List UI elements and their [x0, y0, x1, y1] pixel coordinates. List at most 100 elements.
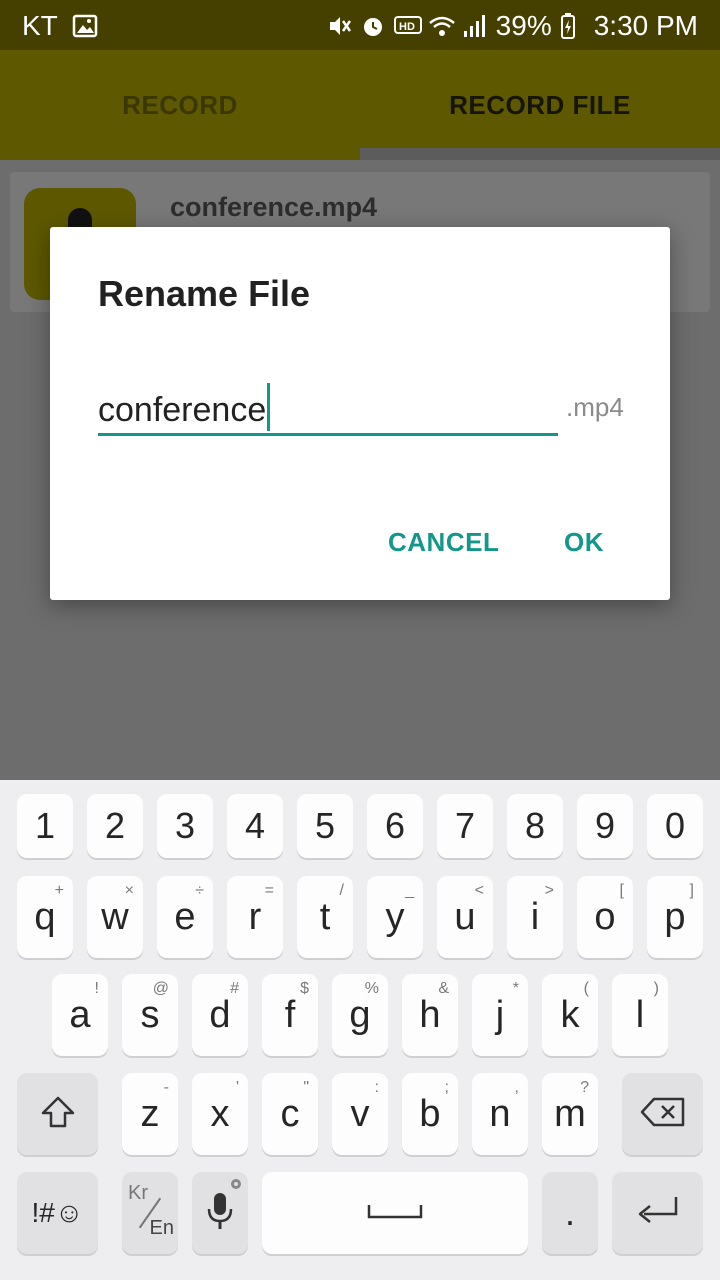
key-9[interactable]: 9 — [577, 794, 633, 858]
cancel-button[interactable]: CANCEL — [388, 527, 499, 558]
key-label: m — [554, 1092, 586, 1135]
key-label: 4 — [244, 805, 266, 846]
vibrate-mute-icon — [326, 13, 352, 39]
key-5[interactable]: 5 — [297, 794, 353, 858]
key-sub-label: , — [514, 1079, 519, 1096]
key-label-top: Kr — [128, 1182, 148, 1204]
key-label: q — [34, 895, 56, 938]
key-k[interactable]: (k — [542, 974, 598, 1056]
key-sub-label: @ — [152, 980, 169, 997]
filename-input-value: conference — [98, 391, 267, 429]
key-o[interactable]: [o — [577, 876, 633, 958]
key-label: h — [419, 993, 441, 1036]
tab-bar: RECORD RECORD FILE — [0, 50, 720, 160]
key-0[interactable]: 0 — [647, 794, 703, 858]
shift-key[interactable] — [17, 1073, 98, 1155]
key-label: . — [564, 1192, 575, 1233]
enter-icon — [634, 1194, 682, 1233]
key-sub-label: [ — [619, 882, 624, 899]
key-label: 1 — [34, 805, 56, 846]
key-i[interactable]: > i — [507, 876, 563, 958]
language-key[interactable]: Kr En — [122, 1172, 178, 1254]
key-3[interactable]: 3 — [157, 794, 213, 858]
key-sub-label: + — [54, 882, 64, 899]
file-name: conference.mp4 — [170, 192, 378, 222]
key-f[interactable]: $ f — [262, 974, 318, 1056]
space-key[interactable] — [262, 1172, 528, 1254]
key-4[interactable]: 4 — [227, 794, 283, 858]
carrier-label: KT — [22, 10, 58, 41]
key-1[interactable]: 1 — [17, 794, 73, 858]
enter-key[interactable] — [612, 1172, 703, 1254]
key-g[interactable]: % g — [332, 974, 388, 1056]
key-l[interactable]: ) l — [612, 974, 668, 1056]
backspace-icon — [640, 1097, 686, 1132]
key-sub-label: ÷ — [195, 882, 204, 899]
key-6[interactable]: 6 — [367, 794, 423, 858]
wifi-icon — [428, 13, 455, 39]
key-sub-label: * — [512, 980, 519, 997]
key-sub-label: = — [264, 882, 274, 899]
key-h[interactable]: & h — [402, 974, 458, 1056]
key-n[interactable]: ,n — [472, 1073, 528, 1155]
status-bar: KT HD 39% 3:30 PM — [0, 0, 720, 50]
key-a[interactable]: ! a — [52, 974, 108, 1056]
clock: 3:30 PM — [593, 10, 698, 41]
key-c[interactable]: " c — [262, 1073, 318, 1155]
key-j[interactable]: * j — [472, 974, 528, 1056]
key-label: w — [101, 895, 129, 938]
key-label: 5 — [314, 805, 336, 846]
key-t[interactable]: / t — [297, 876, 353, 958]
battery-percent: 39% — [495, 10, 552, 41]
key-2[interactable]: 2 — [87, 794, 143, 858]
key-label: e — [174, 895, 196, 938]
voice-input-key[interactable] — [192, 1172, 248, 1254]
key-b[interactable]: ; b — [402, 1073, 458, 1155]
key-w[interactable]: × w — [87, 876, 143, 958]
key-sub-label: % — [364, 980, 379, 997]
key-u[interactable]: < u — [437, 876, 493, 958]
key-sub-label: $ — [300, 980, 309, 997]
ok-button[interactable]: OK — [564, 527, 604, 558]
key-8[interactable]: 8 — [507, 794, 563, 858]
key-sub-label: ? — [580, 1079, 589, 1096]
key-x[interactable]: ' x — [192, 1073, 248, 1155]
key-sub-label: ( — [583, 980, 589, 997]
key-label: y — [385, 895, 405, 938]
key-label: f — [284, 993, 296, 1036]
symbols-key[interactable]: !#☺ — [17, 1172, 98, 1254]
key-label: x — [210, 1092, 230, 1135]
tab-record-file[interactable]: RECORD FILE — [360, 50, 720, 160]
key-label: u — [454, 895, 476, 938]
key-d[interactable]: # d — [192, 974, 248, 1056]
key-q[interactable]: + q — [17, 876, 73, 958]
key-label: l — [635, 993, 645, 1036]
key-label: r — [248, 895, 262, 938]
filename-input[interactable]: conference — [98, 377, 558, 436]
space-icon — [367, 1201, 423, 1226]
key-label: 3 — [174, 805, 196, 846]
dialog-title: Rename File — [98, 273, 311, 314]
key-sub-label: / — [339, 882, 344, 899]
period-key[interactable]: . — [542, 1172, 598, 1254]
key-z[interactable]: -z — [122, 1073, 178, 1155]
key-e[interactable]: ÷ e — [157, 876, 213, 958]
key-m[interactable]: ? m — [542, 1073, 598, 1155]
tab-record[interactable]: RECORD — [0, 50, 360, 160]
key-p[interactable]: ] p — [647, 876, 703, 958]
alarm-icon — [360, 13, 386, 39]
key-label: j — [495, 993, 505, 1036]
key-s[interactable]: @ s — [122, 974, 178, 1056]
key-v[interactable]: :v — [332, 1073, 388, 1155]
backspace-key[interactable] — [622, 1073, 703, 1155]
key-7[interactable]: 7 — [437, 794, 493, 858]
settings-icon — [228, 1176, 244, 1197]
key-y[interactable]: _ y — [367, 876, 423, 958]
key-label: 7 — [454, 805, 476, 846]
key-sub-label: ) — [653, 980, 659, 997]
key-r[interactable]: = r — [227, 876, 283, 958]
key-label: d — [209, 993, 231, 1036]
tab-indicator — [360, 148, 720, 160]
key-sub-label: _ — [405, 882, 414, 899]
signal-icon — [462, 13, 488, 39]
